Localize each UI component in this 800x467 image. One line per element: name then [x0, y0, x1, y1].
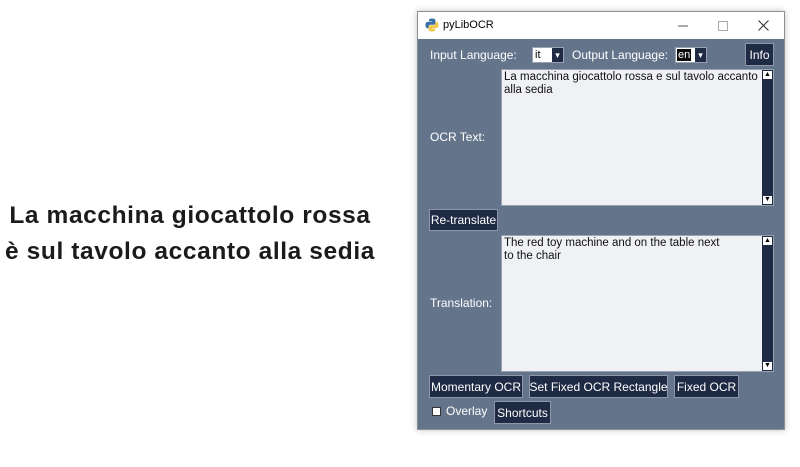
scroll-down-icon[interactable]: ▼ — [763, 196, 772, 204]
background-caption: La macchina giocattolo rossa è sul tavol… — [5, 202, 375, 265]
momentary-ocr-button[interactable]: Momentary OCR — [429, 375, 523, 398]
overlay-checkbox[interactable] — [432, 407, 441, 416]
window-title: pyLibOCR — [443, 19, 494, 31]
dropdown-arrow-icon[interactable]: ▾ — [552, 48, 563, 62]
info-button[interactable]: Info — [745, 43, 774, 66]
dropdown-arrow-icon[interactable]: ▾ — [695, 48, 706, 62]
retranslate-button[interactable]: Re-translate — [429, 209, 498, 231]
translation-scrollbar[interactable]: ▲ ▼ — [762, 236, 773, 371]
translation-label: Translation: — [430, 296, 493, 310]
translation-text-area[interactable]: The red toy machine and on the table nex… — [501, 235, 774, 372]
python-logo-icon — [425, 18, 439, 32]
ocr-text-area[interactable]: La macchina giocattolo rossa e sul tavol… — [501, 69, 774, 206]
title-bar[interactable]: pyLibOCR — [418, 12, 784, 39]
minimize-icon — [678, 25, 688, 26]
input-language-select[interactable]: it ▾ — [532, 47, 564, 63]
ocr-text-scrollbar[interactable]: ▲ ▼ — [762, 70, 773, 205]
scroll-up-icon[interactable]: ▲ — [763, 237, 772, 245]
scroll-up-icon[interactable]: ▲ — [763, 71, 772, 79]
output-language-select[interactable]: en ▾ — [675, 47, 707, 63]
close-button[interactable] — [743, 12, 783, 39]
minimize-button[interactable] — [663, 12, 703, 39]
maximize-icon — [718, 20, 728, 31]
set-fixed-ocr-rectangle-button[interactable]: Set Fixed OCR Rectangle — [529, 375, 668, 398]
shortcuts-button[interactable]: Shortcuts — [494, 401, 551, 424]
output-language-value: en — [677, 49, 692, 61]
input-language-label: Input Language: — [430, 48, 517, 62]
input-language-value: it — [535, 49, 541, 61]
app-window: pyLibOCR Input Language: it ▾ Output Lan… — [417, 11, 785, 430]
close-icon — [757, 20, 769, 31]
ocr-text-label: OCR Text: — [430, 130, 486, 144]
translation-content: The red toy machine and on the table nex… — [504, 237, 720, 262]
fixed-ocr-button[interactable]: Fixed OCR — [674, 375, 739, 398]
overlay-label[interactable]: Overlay — [446, 404, 487, 418]
maximize-button[interactable] — [703, 12, 743, 39]
output-language-label: Output Language: — [572, 48, 669, 62]
ocr-text-content: La macchina giocattolo rossa e sul tavol… — [504, 71, 758, 96]
scroll-down-icon[interactable]: ▼ — [763, 362, 772, 370]
